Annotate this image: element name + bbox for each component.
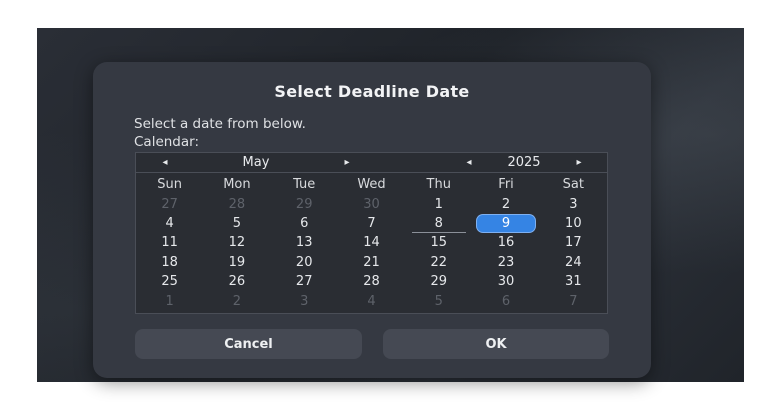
calendar-day[interactable]: 30 (338, 195, 405, 214)
dialog-subtitle: Select a date from below. (134, 116, 306, 132)
calendar-day[interactable]: 6 (472, 292, 539, 311)
dialog-title: Select Deadline Date (274, 82, 470, 101)
calendar-day[interactable]: 11 (136, 233, 203, 252)
calendar-day[interactable]: 24 (540, 253, 607, 272)
calendar-day[interactable]: 18 (136, 253, 203, 272)
calendar-day[interactable]: 20 (271, 253, 338, 272)
calendar-day[interactable]: 15 (405, 233, 472, 252)
calendar-day[interactable]: 23 (472, 253, 539, 272)
calendar-day[interactable]: 26 (203, 272, 270, 291)
calendar-day[interactable]: 7 (540, 292, 607, 311)
calendar-day[interactable]: 27 (136, 195, 203, 214)
calendar-day[interactable]: 22 (405, 253, 472, 272)
calendar-day[interactable]: 16 (472, 233, 539, 252)
prev-year-button[interactable]: ◂ (462, 157, 476, 168)
ok-button[interactable]: OK (383, 329, 609, 359)
selected-day-highlight: 9 (477, 214, 536, 232)
weekday-label: Thu (426, 177, 451, 193)
calendar-day[interactable]: 21 (338, 253, 405, 272)
next-year-button[interactable]: ▸ (572, 157, 586, 168)
year-label: 2025 (507, 155, 541, 170)
calendar-day[interactable]: 4 (136, 214, 203, 233)
calendar-day[interactable]: 31 (540, 272, 607, 291)
calendar-day[interactable]: 9 (472, 214, 539, 233)
calendar-header: ◂ May ▸ ◂ 2025 ▸ (136, 153, 607, 173)
weekday-label: Sun (157, 177, 182, 193)
calendar-day[interactable]: 29 (405, 272, 472, 291)
calendar-week-row: 4 5 6 7 8 9 10 (136, 214, 607, 233)
calendar-day[interactable]: 29 (271, 195, 338, 214)
cancel-button[interactable]: Cancel (135, 329, 362, 359)
calendar-day[interactable]: 13 (271, 233, 338, 252)
calendar-day[interactable]: 3 (540, 195, 607, 214)
weekday-label: Mon (223, 177, 251, 193)
calendar-day[interactable]: 17 (540, 233, 607, 252)
next-month-button[interactable]: ▸ (340, 157, 354, 168)
date-picker-dialog: Select Deadline Date Select a date from … (93, 62, 651, 378)
calendar-day[interactable]: 5 (405, 292, 472, 311)
weekday-label: Tue (293, 177, 316, 193)
calendar-day[interactable]: 25 (136, 272, 203, 291)
calendar-day[interactable]: 5 (203, 214, 270, 233)
calendar-day[interactable]: 1 (405, 195, 472, 214)
calendar-grid: Sun Mon Tue Wed Thu Fri Sat 27 28 29 30 1 2 3 4 5 6 7 8 9 10… (136, 175, 607, 311)
weekday-header-row: Sun Mon Tue Wed Thu Fri Sat (136, 175, 607, 194)
weekday-label: Fri (498, 177, 514, 193)
calendar-day[interactable]: 30 (472, 272, 539, 291)
calendar-day[interactable]: 3 (271, 292, 338, 311)
calendar-day[interactable]: 27 (271, 272, 338, 291)
calendar-day[interactable]: 2 (203, 292, 270, 311)
calendar-day[interactable]: 2 (472, 195, 539, 214)
calendar-day[interactable]: 12 (203, 233, 270, 252)
calendar-day[interactable]: 6 (271, 214, 338, 233)
calendar: ◂ May ▸ ◂ 2025 ▸ Sun Mon Tue Wed Thu Fri Sat 27… (135, 152, 608, 314)
calendar-day[interactable]: 19 (203, 253, 270, 272)
calendar-week-row: 27 28 29 30 1 2 3 (136, 194, 607, 213)
calendar-day[interactable]: 28 (203, 195, 270, 214)
calendar-day[interactable]: 1 (136, 292, 203, 311)
weekday-label: Sat (562, 177, 584, 193)
calendar-day[interactable]: 4 (338, 292, 405, 311)
month-label: May (242, 155, 270, 170)
calendar-day[interactable]: 8 (405, 214, 472, 233)
calendar-label: Calendar: (134, 134, 200, 150)
prev-month-button[interactable]: ◂ (158, 157, 172, 168)
calendar-day[interactable]: 7 (338, 214, 405, 233)
calendar-week-row: 1234567 (136, 291, 607, 310)
calendar-day[interactable]: 10 (540, 214, 607, 233)
calendar-day[interactable]: 28 (338, 272, 405, 291)
calendar-week-row: 25 26 27 28 29 30 31 (136, 272, 607, 291)
calendar-week-row: 18 19 20 21 22 23 24 (136, 253, 607, 272)
calendar-day[interactable]: 14 (338, 233, 405, 252)
calendar-week-row: 11 12 13 14 15 16 17 (136, 233, 607, 252)
weekday-label: Wed (357, 177, 386, 193)
